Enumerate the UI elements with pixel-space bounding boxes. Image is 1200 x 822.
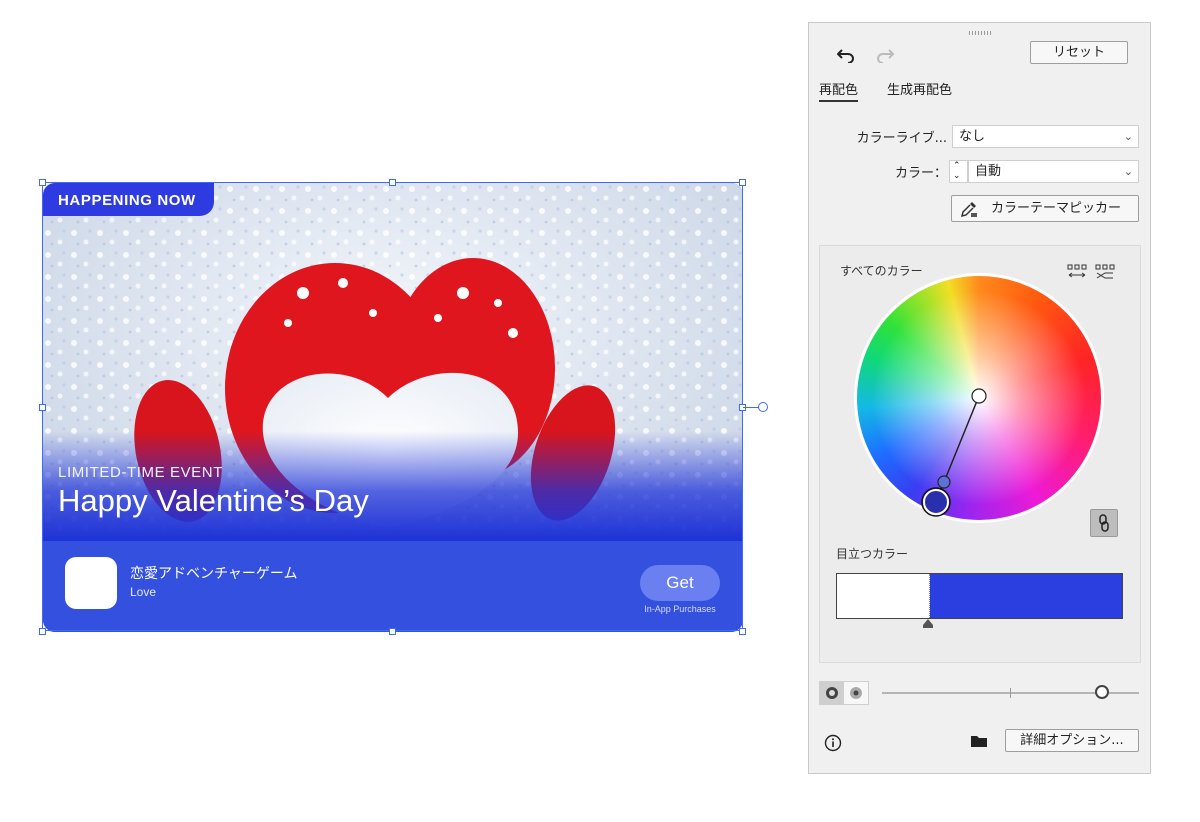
color-handle-base [923, 489, 949, 515]
saturation-brightness-toggle[interactable] [819, 681, 869, 705]
happening-now-badge: HAPPENING NOW [43, 183, 214, 216]
eyedropper-icon [960, 200, 978, 227]
folder-icon[interactable] [968, 730, 990, 752]
resize-handle-bottom[interactable] [389, 628, 396, 635]
link-icon [1099, 514, 1109, 532]
link-harmony-colors-button[interactable] [1090, 509, 1118, 537]
colors-count-select[interactable]: 自動 ⌄ [968, 160, 1139, 183]
colors-stepper[interactable]: ⌃ ⌄ [949, 160, 968, 183]
recolor-panel: リセット 再配色 生成再配色 カラーライブ... なし ⌄ カラー： ⌃ ⌄ 自… [808, 22, 1151, 774]
artwork-card[interactable]: HAPPENING NOW LIMITED-TIME EVENT Happy V… [43, 183, 743, 632]
prominent-colors-label: 目立つカラー [836, 547, 909, 561]
prominent-swatch-blue[interactable] [930, 574, 1122, 618]
prominent-swatch-white[interactable] [837, 574, 930, 618]
app-name: 恋愛アドベンチャーゲーム [130, 566, 298, 582]
saturation-slider-midpoint [1010, 688, 1011, 698]
in-app-purchases-label: In-App Purchases [644, 604, 716, 614]
advanced-options-button[interactable]: 詳細オプション... [1005, 729, 1139, 752]
info-icon[interactable] [822, 732, 844, 754]
get-button[interactable]: Get [640, 565, 720, 601]
color-handle-blue [937, 475, 951, 489]
colors-count-value: 自動 [975, 164, 1002, 179]
app-subtitle: Love [130, 585, 157, 599]
resize-handle-bottom-right[interactable] [739, 628, 746, 635]
rotate-handle[interactable] [758, 402, 768, 412]
color-library-select[interactable]: なし ⌄ [952, 125, 1139, 148]
chevron-down-icon: ⌄ [1123, 130, 1133, 143]
color-wheel-section: すべてのカラー 目立つカラー [819, 245, 1141, 663]
tab-recolor[interactable]: 再配色 [819, 79, 859, 102]
color-handle-white [971, 388, 987, 404]
color-theme-picker-label: カラーテーマピッカー [990, 201, 1121, 216]
stepper-up-icon[interactable]: ⌃ [953, 161, 967, 171]
color-wheel-handles[interactable] [820, 246, 1142, 546]
colors-count-label: カラー： [894, 166, 947, 181]
saturation-mode-icon[interactable] [820, 682, 844, 704]
panel-grip[interactable] [969, 31, 991, 35]
brightness-mode-icon[interactable] [844, 682, 868, 704]
resize-handle-top[interactable] [389, 179, 396, 186]
event-title: Happy Valentine’s Day [58, 483, 369, 518]
event-kicker: LIMITED-TIME EVENT [58, 464, 223, 481]
undo-icon[interactable] [835, 44, 857, 66]
swatch-divider-marker-base [923, 625, 933, 628]
stepper-down-icon[interactable]: ⌄ [953, 171, 967, 181]
color-theme-picker-button[interactable]: カラーテーマピッカー [951, 195, 1139, 222]
app-icon [65, 557, 117, 609]
reset-button[interactable]: リセット [1030, 41, 1128, 64]
color-library-label: カラーライブ... [856, 131, 947, 146]
redo-icon[interactable] [874, 44, 896, 66]
resize-handle-top-right[interactable] [739, 179, 746, 186]
prominent-colors-bar[interactable] [836, 573, 1123, 619]
resize-handle-top-left[interactable] [39, 179, 46, 186]
saturation-slider-thumb[interactable] [1095, 685, 1109, 699]
resize-handle-bottom-left[interactable] [39, 628, 46, 635]
tab-generative-recolor[interactable]: 生成再配色 [887, 79, 952, 98]
color-library-value: なし [959, 129, 986, 144]
chevron-down-icon: ⌄ [1123, 165, 1133, 178]
resize-handle-left[interactable] [39, 404, 46, 411]
app-info-bar: 恋愛アドベンチャーゲーム Love Get In-App Purchases [43, 541, 743, 632]
